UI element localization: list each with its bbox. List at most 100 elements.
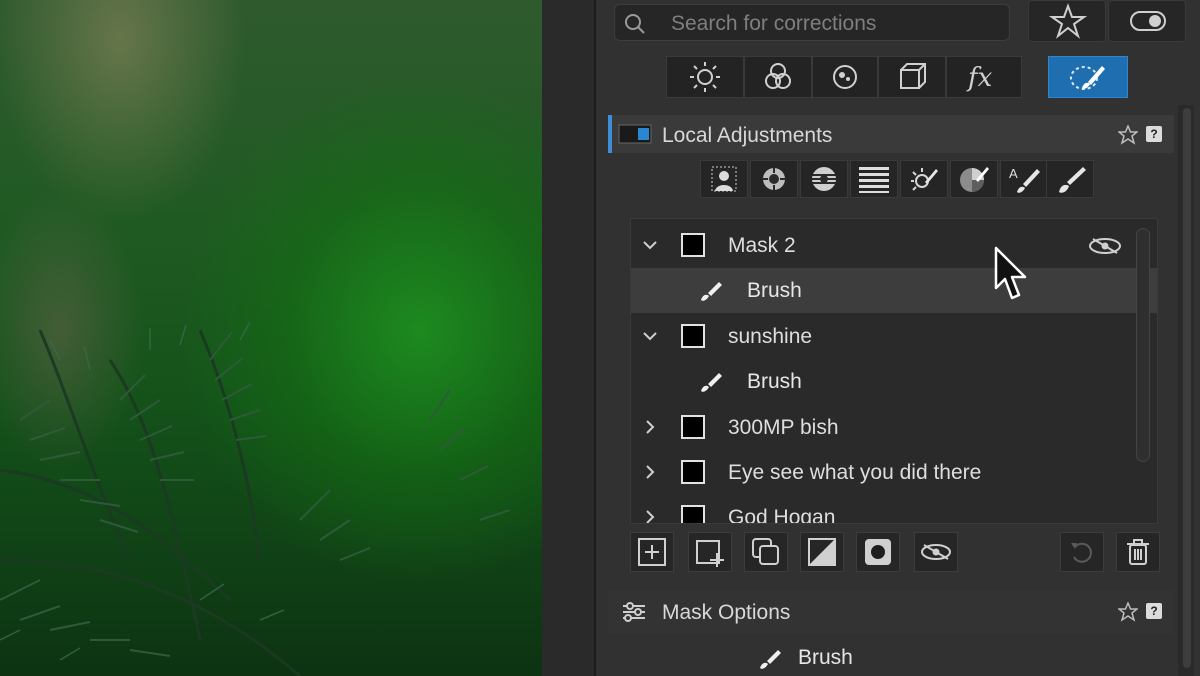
sliders-icon <box>623 602 645 622</box>
help-icon[interactable]: ? <box>1146 126 1162 142</box>
mouse-cursor-icon <box>994 246 1027 300</box>
auto-mask-tool[interactable] <box>900 160 948 198</box>
mask-child-brush[interactable]: Brush <box>631 359 1137 404</box>
reset-icon <box>1071 542 1092 563</box>
mask-color-swatch[interactable] <box>681 505 705 523</box>
star-icon <box>1048 3 1088 39</box>
add-mask-button[interactable] <box>630 532 674 572</box>
trash-icon <box>1127 539 1149 565</box>
tab-local-adjustments[interactable] <box>1048 56 1128 98</box>
favorites-button[interactable] <box>1028 0 1106 42</box>
chevron-right-icon[interactable] <box>641 463 659 481</box>
mask-child-label: Brush <box>747 370 802 393</box>
search-icon <box>625 14 645 34</box>
control-point-icon <box>762 167 786 191</box>
hide-mask-icon <box>921 544 951 560</box>
header-accent <box>608 115 612 153</box>
color-picker-icon <box>960 167 989 192</box>
mask-fill-button[interactable] <box>856 532 900 572</box>
duplicate-mask-button[interactable] <box>744 532 788 572</box>
invert-mask-button[interactable] <box>800 532 844 572</box>
color-circles-icon <box>765 63 791 89</box>
mask-color-swatch[interactable] <box>681 460 705 484</box>
favorite-star-icon[interactable] <box>1118 602 1138 622</box>
mask-options-brush-label: Brush <box>798 646 853 669</box>
invert-mask-icon <box>808 538 836 566</box>
tab-geometry[interactable] <box>878 56 946 98</box>
auto-mask-icon <box>911 168 938 191</box>
tab-detail[interactable] <box>812 56 878 98</box>
panel-scrollbar-thumb[interactable] <box>1183 108 1191 668</box>
brush-icon <box>701 373 722 392</box>
auto-brush-icon: A <box>1009 166 1040 193</box>
graduated-filter-tool[interactable] <box>850 160 898 198</box>
mask-color-swatch[interactable] <box>681 324 705 348</box>
mask-options-header[interactable]: Mask Options ? <box>608 590 1174 634</box>
mask-row-300mp-bish[interactable]: 300MP bish <box>631 405 1137 450</box>
person-mask-icon <box>711 166 737 192</box>
auto-brush-tool[interactable]: A <box>1000 160 1048 198</box>
toggle-button[interactable] <box>1108 0 1186 42</box>
brush-icon <box>701 282 722 301</box>
mask-color-swatch[interactable] <box>681 415 705 439</box>
mask-list-scrollbar[interactable] <box>1136 228 1150 462</box>
search-box[interactable] <box>614 4 1010 41</box>
mask-name[interactable]: God Hogan <box>728 506 835 523</box>
visibility-eye-icon[interactable] <box>1087 235 1123 257</box>
brush-icon <box>1059 167 1086 193</box>
favorite-star-icon[interactable] <box>1118 125 1138 145</box>
mask-name[interactable]: 300MP bish <box>728 416 839 440</box>
detail-dots-icon <box>833 65 857 89</box>
local-adjust-brush-icon <box>1070 66 1105 90</box>
photo-foliage <box>0 321 511 676</box>
mask-child-brush-selected[interactable]: Brush <box>631 268 1157 313</box>
mask-color-swatch[interactable] <box>681 233 705 257</box>
add-sub-mask-button[interactable] <box>688 532 732 572</box>
mask-options-brush[interactable]: Brush <box>608 636 1174 676</box>
mask-child-label: Brush <box>747 279 802 302</box>
person-mask-tool[interactable] <box>700 160 748 198</box>
local-adjustments-title: Local Adjustments <box>662 124 833 147</box>
toggle-icon <box>1130 11 1166 31</box>
color-picker-tool[interactable] <box>950 160 998 198</box>
reset-button[interactable] <box>1060 532 1104 572</box>
local-adjustments-header[interactable]: Local Adjustments ? <box>608 115 1174 153</box>
mask-name[interactable]: sunshine <box>728 325 812 349</box>
mask-fill-icon <box>865 539 891 565</box>
sun-icon <box>690 62 720 92</box>
brush-tool[interactable] <box>1046 160 1094 198</box>
add-mask-copy-icon <box>696 540 724 567</box>
chevron-right-icon[interactable] <box>641 508 659 524</box>
svg-text:A: A <box>1009 166 1018 181</box>
cube-icon <box>900 63 926 89</box>
add-mask-icon <box>638 538 666 566</box>
palette-toggle-icon[interactable] <box>618 124 652 144</box>
help-icon[interactable]: ? <box>1146 603 1162 619</box>
fx-icon: fx <box>966 63 993 93</box>
photo-preview <box>0 0 542 676</box>
tab-effects[interactable]: fx <box>946 56 1022 98</box>
tab-color[interactable] <box>744 56 812 98</box>
mask-row-eye-see[interactable]: Eye see what you did there <box>631 450 1137 495</box>
graduated-filter-icon <box>859 167 889 193</box>
chevron-down-icon[interactable] <box>641 327 659 345</box>
tab-light[interactable] <box>666 56 744 98</box>
mask-row-god-hogan[interactable]: God Hogan <box>631 495 1137 524</box>
mask-row-sunshine[interactable]: sunshine <box>631 314 1137 359</box>
mask-list[interactable]: Mask 2 Brush sunshine Brush 300MP bish E… <box>630 218 1158 524</box>
luminance-mask-tool[interactable] <box>800 160 848 198</box>
mask-name[interactable]: Eye see what you did there <box>728 461 981 485</box>
panel-gutter <box>542 0 594 676</box>
mask-row-mask-2[interactable]: Mask 2 <box>631 223 1137 268</box>
chevron-right-icon[interactable] <box>641 418 659 436</box>
control-point-tool[interactable] <box>750 160 798 198</box>
svg-text:fx: fx <box>966 63 993 93</box>
mask-options-title: Mask Options <box>662 601 791 624</box>
chevron-down-icon[interactable] <box>641 236 659 254</box>
luminance-mask-icon <box>812 167 836 191</box>
hide-mask-button[interactable] <box>914 532 958 572</box>
brush-icon <box>760 650 781 669</box>
delete-mask-button[interactable] <box>1116 532 1160 572</box>
mask-name[interactable]: Mask 2 <box>728 234 796 258</box>
search-input[interactable] <box>669 8 993 40</box>
